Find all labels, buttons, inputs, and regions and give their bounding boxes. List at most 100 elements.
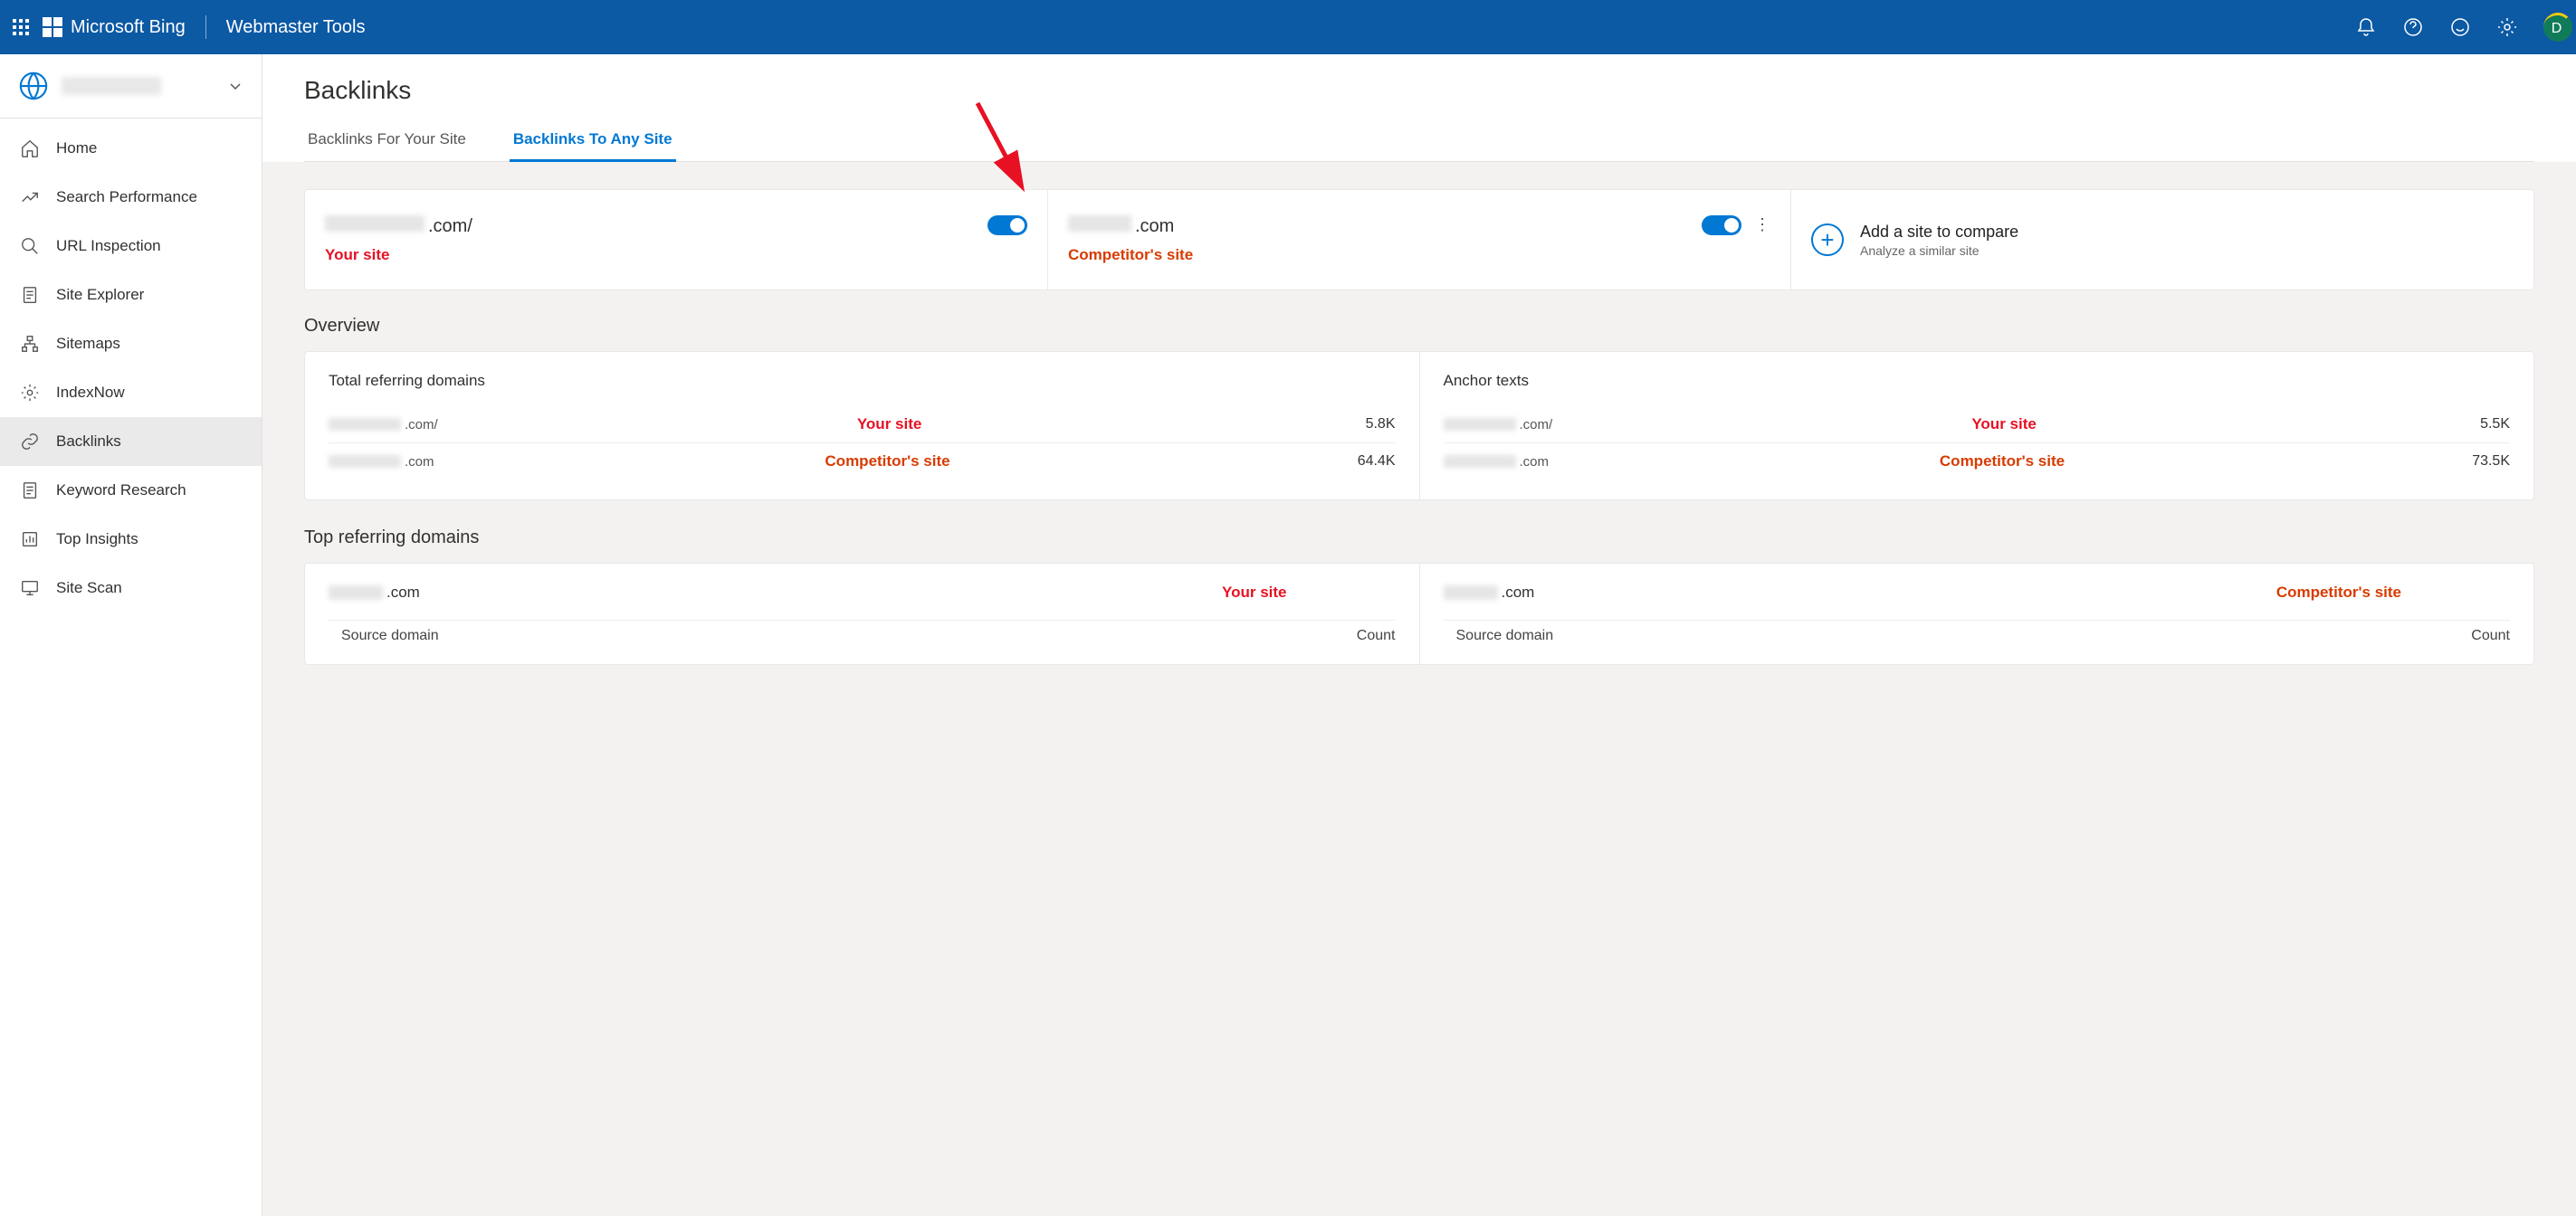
page-title: Backlinks — [304, 76, 2534, 105]
top-referring-grid: .comYour siteSource domainCount.comCompe… — [304, 563, 2534, 665]
doc-icon — [20, 285, 40, 305]
sidebar-nav: Home Search Performance URL Inspection Site… — [0, 119, 262, 613]
add-site-subtitle: Analyze a similar site — [1860, 243, 2018, 258]
your-site-card: .com/ Your site — [305, 190, 1048, 290]
ov-domain: .com — [1444, 454, 1550, 470]
ov-value: 64.4K — [1341, 453, 1396, 470]
overview-row: .com/Your site5.8K — [329, 406, 1396, 443]
sidebar: Home Search Performance URL Inspection Site… — [0, 54, 262, 1216]
chevron-down-icon — [227, 78, 243, 94]
nav-label: Search Performance — [56, 188, 197, 206]
overview-row: .comCompetitor's site73.5K — [1444, 443, 2511, 480]
tab-backlinks-to-any-site[interactable]: Backlinks To Any Site — [510, 121, 676, 162]
sidebar-item-home[interactable]: Home — [0, 124, 262, 173]
main-content: Backlinks Backlinks For Your SiteBacklin… — [262, 54, 2576, 1216]
sidebar-item-backlinks[interactable]: Backlinks — [0, 417, 262, 466]
ov-tag: Competitor's site — [1549, 452, 2456, 470]
overview-section-title: Overview — [304, 316, 2534, 337]
overview-row: .comCompetitor's site64.4K — [329, 443, 1396, 480]
anchor-texts-card: Anchor texts .com/Your site5.5K.comCompe… — [1420, 352, 2534, 499]
sidebar-item-url-inspection[interactable]: URL Inspection — [0, 222, 262, 271]
add-site-card[interactable]: + Add a site to compare Analyze a simila… — [1791, 190, 2533, 290]
user-avatar[interactable]: D — [2543, 13, 2572, 42]
settings-gear-icon[interactable] — [2496, 16, 2518, 38]
top-col-tag: Competitor's site — [2276, 584, 2401, 602]
competitor-site-tag: Competitor's site — [1068, 246, 1702, 264]
ov-tag: Your site — [1552, 415, 2456, 433]
referring-card-title: Total referring domains — [329, 372, 1396, 390]
tabs: Backlinks For Your Site Backlinks To Any … — [304, 121, 2534, 162]
sidebar-item-indexnow[interactable]: IndexNow — [0, 368, 262, 417]
sidebar-item-site-explorer[interactable]: Site Explorer — [0, 271, 262, 319]
nav-label: Sitemaps — [56, 335, 120, 353]
site-compare-row: .com/ Your site .com Competitor's site ⋮… — [304, 189, 2534, 290]
your-site-toggle[interactable] — [987, 215, 1027, 235]
top-col-domain: .com — [329, 584, 420, 602]
notification-icon[interactable] — [2355, 16, 2377, 38]
link-icon — [20, 432, 40, 451]
competitor-more-menu[interactable]: ⋮ — [1754, 215, 1770, 234]
search-icon — [20, 236, 40, 256]
top-referring-column: .com Your site Source domainCount — [305, 564, 1420, 664]
overview-row: .com/Your site5.5K — [1444, 406, 2511, 443]
desktop-icon — [20, 578, 40, 598]
col-count: Count — [1305, 628, 1396, 644]
competitor-site-toggle[interactable] — [1702, 215, 1741, 235]
feedback-smile-icon[interactable] — [2449, 16, 2471, 38]
nav-label: Top Insights — [56, 530, 138, 548]
header-divider — [205, 15, 206, 39]
tab-backlinks-for-your-site[interactable]: Backlinks For Your Site — [304, 121, 470, 161]
col-source-domain: Source domain — [1444, 628, 2420, 644]
ov-domain: .com — [329, 454, 434, 470]
anchor-card-title: Anchor texts — [1444, 372, 2511, 390]
sidebar-item-top-insights[interactable]: Top Insights — [0, 515, 262, 564]
competitor-site-domain: .com — [1068, 215, 1702, 237]
nav-label: Site Explorer — [56, 286, 144, 304]
gear-icon — [20, 383, 40, 403]
ov-domain: .com/ — [329, 417, 438, 432]
help-icon[interactable] — [2402, 16, 2424, 38]
bing-logo[interactable]: Microsoft Bing — [42, 16, 186, 38]
selected-site-blurred — [62, 77, 161, 95]
app-launcher-icon[interactable] — [13, 19, 29, 35]
ov-domain: .com/ — [1444, 417, 1553, 432]
top-referring-column: .com Competitor's site Source domainCount — [1420, 564, 2534, 664]
sidebar-item-sitemaps[interactable]: Sitemaps — [0, 319, 262, 368]
col-source-domain: Source domain — [329, 628, 1305, 644]
main-header: Backlinks Backlinks For Your SiteBacklin… — [262, 54, 2576, 162]
top-table-headers: Source domainCount — [329, 620, 1396, 644]
top-table-headers: Source domainCount — [1444, 620, 2511, 644]
product-name: Webmaster Tools — [226, 17, 366, 38]
site-selector[interactable] — [0, 54, 262, 119]
top-referring-title: Top referring domains — [304, 527, 2534, 548]
tree-icon — [20, 334, 40, 354]
overview-grid: Total referring domains .com/Your site5.… — [304, 351, 2534, 500]
nav-label: Backlinks — [56, 432, 121, 451]
microsoft-logo-icon — [42, 16, 63, 38]
home-icon — [20, 138, 40, 158]
your-site-domain: .com/ — [325, 215, 987, 237]
brand-text: Microsoft Bing — [71, 17, 186, 38]
insight-icon — [20, 529, 40, 549]
top-header: Microsoft Bing Webmaster Tools D — [0, 0, 2576, 54]
col-count: Count — [2419, 628, 2510, 644]
nav-label: Site Scan — [56, 579, 122, 597]
nav-label: IndexNow — [56, 384, 125, 402]
ov-value: 5.8K — [1341, 416, 1396, 432]
ov-tag: Competitor's site — [434, 452, 1341, 470]
referring-domains-card: Total referring domains .com/Your site5.… — [305, 352, 1420, 499]
your-site-tag: Your site — [325, 246, 987, 264]
nav-label: Home — [56, 139, 97, 157]
sidebar-item-search-performance[interactable]: Search Performance — [0, 173, 262, 222]
sidebar-item-keyword-research[interactable]: Keyword Research — [0, 466, 262, 515]
trend-icon — [20, 187, 40, 207]
add-site-title: Add a site to compare — [1860, 223, 2018, 242]
top-col-domain: .com — [1444, 584, 1535, 602]
ov-value: 5.5K — [2456, 416, 2510, 432]
top-col-tag: Your site — [1222, 584, 1286, 602]
sidebar-item-site-scan[interactable]: Site Scan — [0, 564, 262, 613]
add-plus-icon[interactable]: + — [1811, 223, 1844, 256]
ov-tag: Your site — [438, 415, 1341, 433]
nav-label: Keyword Research — [56, 481, 186, 499]
ov-value: 73.5K — [2456, 453, 2510, 470]
